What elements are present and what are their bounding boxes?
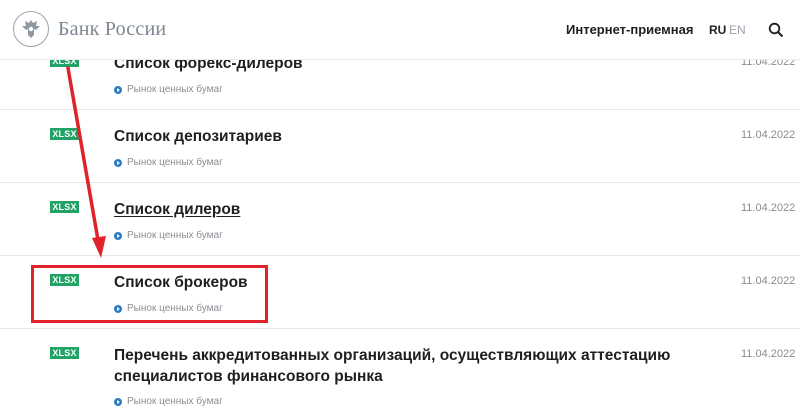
document-date: 11.04.2022 xyxy=(741,129,796,141)
play-circle-icon xyxy=(114,397,122,406)
play-circle-icon xyxy=(114,231,122,240)
play-circle-icon xyxy=(114,85,122,94)
xlsx-badge: XLSX xyxy=(50,274,79,286)
logo[interactable]: Банк России xyxy=(13,11,166,47)
document-tag-label: Рынок ценных бумаг xyxy=(127,84,223,95)
document-tag-label: Рынок ценных бумаг xyxy=(127,157,223,168)
document-tag[interactable]: Рынок ценных бумаг xyxy=(114,396,223,407)
document-title-link[interactable]: Список брокеров xyxy=(114,272,674,293)
lang-en-button[interactable]: EN xyxy=(729,23,746,37)
logo-text: Банк России xyxy=(58,17,167,40)
document-row: XLSX Список брокеров 11.04.2022 Рынок це… xyxy=(0,256,800,329)
document-row: XLSX Список депозитариев 11.04.2022 Рыно… xyxy=(0,110,800,183)
document-tag[interactable]: Рынок ценных бумаг xyxy=(114,303,223,314)
lang-ru-button[interactable]: RU xyxy=(709,23,726,37)
document-title-link[interactable]: Список депозитариев xyxy=(114,126,674,147)
document-title-link[interactable]: Перечень аккредитованных организаций, ос… xyxy=(114,345,674,387)
eagle-emblem-icon xyxy=(13,11,49,47)
xlsx-badge: XLSX xyxy=(50,128,79,140)
xlsx-badge: XLSX xyxy=(50,201,79,213)
document-tag[interactable]: Рынок ценных бумаг xyxy=(114,157,223,168)
document-date: 11.04.2022 xyxy=(741,275,796,287)
search-icon[interactable] xyxy=(768,22,784,38)
document-title-link[interactable]: Список дилеров xyxy=(114,199,674,220)
internet-reception-link[interactable]: Интернет-приемная xyxy=(566,22,693,37)
document-tag-label: Рынок ценных бумаг xyxy=(127,230,223,241)
play-circle-icon xyxy=(114,304,122,313)
document-row: XLSX Перечень аккредитованных организаци… xyxy=(0,329,800,419)
site-header: Банк России Интернет-приемная RU EN xyxy=(0,0,800,60)
document-tag[interactable]: Рынок ценных бумаг xyxy=(114,230,223,241)
play-circle-icon xyxy=(114,158,122,167)
document-tag-label: Рынок ценных бумаг xyxy=(127,303,223,314)
document-date: 11.04.2022 xyxy=(741,202,796,214)
document-tag-label: Рынок ценных бумаг xyxy=(127,396,223,407)
document-list: XLSX Список форекс-дилеров 11.04.2022 Ры… xyxy=(0,37,800,419)
document-tag[interactable]: Рынок ценных бумаг xyxy=(114,84,223,95)
document-row: XLSX Список дилеров 11.04.2022 Рынок цен… xyxy=(0,183,800,256)
xlsx-badge: XLSX xyxy=(50,347,79,359)
document-date: 11.04.2022 xyxy=(741,348,796,360)
